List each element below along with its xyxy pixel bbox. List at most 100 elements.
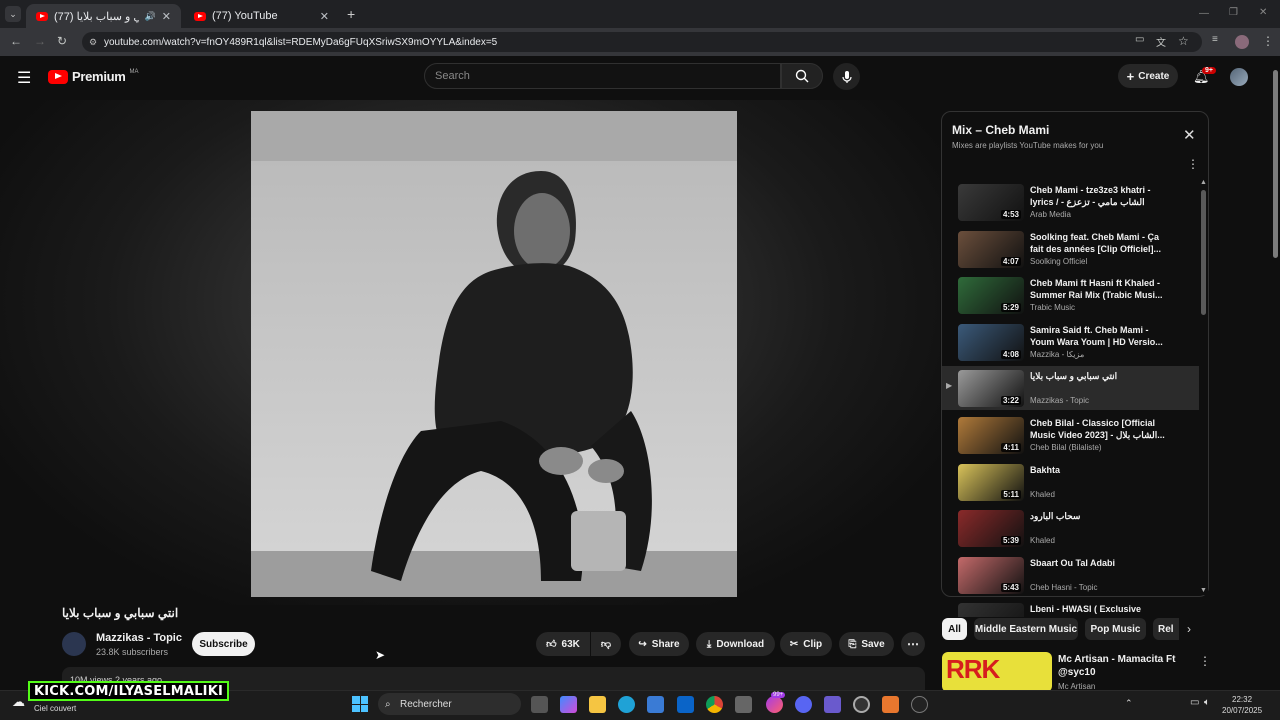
clip-button[interactable]: ✂ Clip [780, 632, 832, 656]
playlist-thumbnail[interactable]: 5:39 [958, 510, 1024, 547]
scroll-down-icon[interactable]: ▼ [1200, 587, 1207, 594]
mail-icon[interactable] [735, 696, 752, 713]
discord-icon[interactable] [795, 696, 812, 713]
playlist-item[interactable]: 4:07 Soolking feat. Cheb Mami - Ça fait d… [942, 227, 1199, 271]
close-playlist-icon[interactable]: ✕ [1183, 126, 1196, 144]
copilot-icon[interactable] [560, 696, 577, 713]
chip-related[interactable]: Rel [1153, 618, 1179, 640]
close-tab-icon[interactable]: ✕ [320, 10, 329, 23]
file-explorer-icon[interactable] [589, 696, 606, 713]
close-tab-icon[interactable]: ✕ [162, 10, 171, 23]
app-dark-icon[interactable] [911, 696, 928, 713]
outlook-icon[interactable] [677, 696, 694, 713]
chrome-menu-icon[interactable]: ⋮ [1262, 34, 1274, 48]
store-icon[interactable] [647, 696, 664, 713]
messenger-icon[interactable] [766, 696, 783, 713]
profile-avatar[interactable] [1235, 35, 1249, 49]
playlist-item[interactable]: 5:43 Sbaart Ou Tal Adabi Cheb Hasni - Topi… [942, 553, 1199, 597]
youtube-premium-logo[interactable]: Premium MA [48, 69, 139, 84]
url-field[interactable]: ⚙ youtube.com/watch?v=fnOY489R1ql&list=R… [82, 32, 1202, 52]
playlist-item[interactable]: 5:11 Bakhta Khaled [942, 460, 1199, 504]
playlist-item[interactable]: 5:29 Cheb Mami ft Hasni ft Khaled - Summe… [942, 273, 1199, 317]
app-orange-icon[interactable] [882, 696, 899, 713]
playlist-thumbnail[interactable]: 4:08 [958, 324, 1024, 361]
logo-text: Premium [72, 69, 126, 84]
taskbar-clock[interactable]: 22:32 20/07/2025 [1222, 694, 1262, 716]
network-icon[interactable]: ▭ [1190, 697, 1199, 708]
bookmark-star-icon[interactable]: ☆ [1178, 34, 1189, 48]
game-controller-icon[interactable] [824, 696, 841, 713]
back-icon[interactable]: ← [10, 34, 22, 48]
like-button[interactable]: 👍︎ 63K [536, 632, 590, 656]
playlist-item-title: Sbaart Ou Tal Adabi [1030, 558, 1116, 568]
playlist-item[interactable]: 4:11 Cheb Bilal - Classico [Official Musi… [942, 413, 1199, 457]
tab-current[interactable]: انتي سبابي و سباب بلايا (77) 🔊 ✕ [26, 4, 181, 28]
subscribe-button[interactable]: Subscribe [192, 632, 255, 656]
reading-list-icon[interactable]: ≡ [1212, 34, 1218, 45]
create-button[interactable]: + Create [1118, 64, 1178, 88]
translate-icon[interactable]: 文 [1156, 34, 1166, 49]
taskbar-search-input[interactable]: ⌕ Rechercher [378, 693, 521, 715]
minimize-icon[interactable]: — [1199, 8, 1209, 19]
playlist-item[interactable]: Lbeni - HWASI ( Exclusive [942, 599, 1199, 617]
recommendation-title[interactable]: Mc Artisan - Mamacita Ft @syc10 [1058, 653, 1198, 679]
restore-icon[interactable]: ❐ [1229, 7, 1238, 18]
playlist-menu-icon[interactable]: ⋮ [1187, 157, 1199, 171]
tab-youtube[interactable]: (77) YouTube ✕ [184, 4, 339, 28]
recommendation-menu-icon[interactable]: ⋮ [1199, 654, 1211, 668]
chip-middle-eastern-music[interactable]: Middle Eastern Music [974, 618, 1078, 640]
playlist-title[interactable]: Mix – Cheb Mami [952, 123, 1049, 137]
chip-pop-music[interactable]: Pop Music [1085, 618, 1146, 640]
save-button[interactable]: ⎘ Save [839, 632, 894, 656]
chrome-icon[interactable] [706, 696, 723, 713]
region-code: MA [129, 68, 139, 75]
share-button[interactable]: ↪ Share [629, 632, 689, 656]
album-art-image [251, 111, 737, 597]
channel-name[interactable]: Mazzikas - Topic [96, 632, 182, 644]
dislike-button[interactable]: 👎︎ [591, 632, 621, 656]
playlist-item[interactable]: 4:53 Cheb Mami - tze3ze3 khatri - lyrics … [942, 180, 1199, 224]
playlist-item[interactable]: ▶ 3:22 انتي سبابي و سباب بلايا Mazzikas - T… [942, 366, 1199, 410]
forward-icon[interactable]: → [34, 34, 46, 48]
page-scroll-thumb[interactable] [1273, 70, 1278, 258]
playlist-thumbnail[interactable]: 5:29 [958, 277, 1024, 314]
new-tab-button[interactable]: + [347, 6, 355, 22]
playlist-item-title: Lbeni - HWASI ( Exclusive [1030, 604, 1142, 614]
install-icon[interactable]: ▭ [1135, 34, 1144, 45]
obs-icon[interactable] [853, 696, 870, 713]
windows-start-icon[interactable] [352, 696, 368, 712]
playlist-thumbnail[interactable]: 4:53 [958, 184, 1024, 221]
playlist-thumbnail[interactable]: 5:11 [958, 464, 1024, 501]
download-button[interactable]: ⤓ Download [696, 632, 775, 656]
scroll-up-icon[interactable]: ▲ [1200, 179, 1207, 186]
tab-list-button[interactable]: ⌄ [5, 6, 21, 22]
site-info-icon[interactable]: ⚙ [89, 37, 97, 48]
playlist-thumbnail[interactable]: 4:07 [958, 231, 1024, 268]
playlist-thumbnail[interactable]: 5:43 [958, 557, 1024, 594]
volume-icon[interactable]: 🔈︎ [1204, 697, 1210, 708]
more-actions-button[interactable]: ⋯ [901, 632, 925, 656]
playlist-thumbnail[interactable] [958, 603, 1024, 617]
hamburger-menu-icon[interactable]: ☰ [17, 68, 31, 88]
video-artwork[interactable] [251, 111, 737, 597]
tray-overflow-icon[interactable]: ⌃ [1125, 698, 1133, 709]
chips-next-icon[interactable]: › [1187, 622, 1191, 636]
reload-icon[interactable]: ↻ [57, 34, 67, 48]
chip-all[interactable]: All [942, 618, 967, 640]
task-view-icon[interactable] [531, 696, 548, 713]
recommendation-thumbnail[interactable]: RRK [942, 652, 1052, 692]
playlist-thumbnail[interactable]: 4:11 [958, 417, 1024, 454]
edge-icon[interactable] [618, 696, 635, 713]
taskbar-search-placeholder: Rechercher [400, 698, 452, 710]
account-avatar[interactable] [1230, 68, 1248, 86]
close-window-icon[interactable]: ✕ [1259, 7, 1267, 18]
search-button[interactable] [781, 63, 823, 89]
playlist-thumbnail[interactable]: 3:22 [958, 370, 1024, 407]
playlist-item[interactable]: 4:08 Samira Said ft. Cheb Mami - Youm War… [942, 320, 1199, 364]
playlist-item-title: Samira Said ft. Cheb Mami - Youm Wara Yo… [1030, 325, 1163, 347]
playlist-item[interactable]: 5:39 سحاب البارود Khaled [942, 506, 1199, 550]
playlist-scroll-thumb[interactable] [1201, 190, 1206, 315]
search-input[interactable]: Search [424, 63, 781, 89]
channel-avatar[interactable] [62, 632, 86, 656]
voice-search-button[interactable] [833, 63, 860, 90]
